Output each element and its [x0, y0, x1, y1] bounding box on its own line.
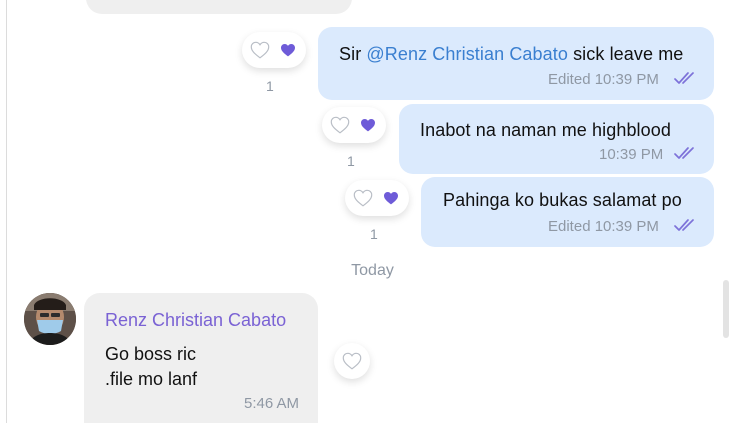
- sender-name[interactable]: Renz Christian Cabato: [105, 310, 286, 331]
- outgoing-message[interactable]: Inabot na naman me highblood 10:39 PM: [399, 104, 714, 174]
- chat-left-border: [6, 0, 7, 423]
- message-text: Inabot na naman me highblood: [420, 120, 671, 140]
- reaction-count: 1: [347, 153, 355, 169]
- message-meta: Edited 10:39 PM: [548, 71, 659, 88]
- previous-message-bubble[interactable]: [86, 0, 352, 14]
- incoming-message[interactable]: Renz Christian Cabato Go boss ric .file …: [84, 293, 318, 423]
- message-meta: Edited 10:39 PM: [548, 218, 659, 235]
- reaction-count: 1: [370, 226, 378, 242]
- message-meta: 10:39 PM: [599, 146, 664, 163]
- heart-outline-icon[interactable]: [352, 187, 374, 209]
- heart-outline-icon[interactable]: [341, 350, 363, 372]
- reaction-count: 1: [266, 78, 274, 94]
- message-line: Go boss ric: [105, 344, 197, 364]
- message-text: Pahinga ko bukas salamat po: [443, 190, 682, 210]
- message-line: .file mo lanf: [105, 369, 198, 389]
- heart-filled-icon[interactable]: [360, 118, 376, 132]
- heart-filled-icon[interactable]: [280, 43, 296, 57]
- heart-outline-icon[interactable]: [329, 114, 351, 136]
- reaction-pill[interactable]: [242, 32, 306, 68]
- reaction-pill[interactable]: [345, 180, 409, 216]
- double-check-icon: [674, 147, 694, 159]
- reaction-pill[interactable]: [322, 107, 386, 143]
- date-separator: Today: [351, 262, 394, 279]
- double-check-icon: [674, 72, 694, 84]
- avatar[interactable]: [24, 293, 76, 345]
- avatar-photo: [24, 293, 76, 345]
- heart-outline-icon[interactable]: [249, 39, 271, 61]
- message-time: 5:46 AM: [244, 395, 300, 412]
- scrollbar-thumb[interactable]: [723, 280, 729, 338]
- message-text-prefix: Sir: [339, 44, 367, 64]
- outgoing-message[interactable]: Sir @Renz Christian Cabato sick leave me…: [318, 27, 714, 100]
- message-text: Sir @Renz Christian Cabato sick leave me: [339, 44, 683, 65]
- heart-filled-icon[interactable]: [383, 191, 399, 205]
- mention-link[interactable]: @Renz Christian Cabato: [366, 44, 568, 64]
- double-check-icon: [674, 219, 694, 231]
- add-reaction-button[interactable]: [334, 343, 370, 379]
- message-text-suffix: sick leave me: [567, 44, 684, 64]
- outgoing-message[interactable]: Pahinga ko bukas salamat po Edited 10:39…: [421, 177, 714, 247]
